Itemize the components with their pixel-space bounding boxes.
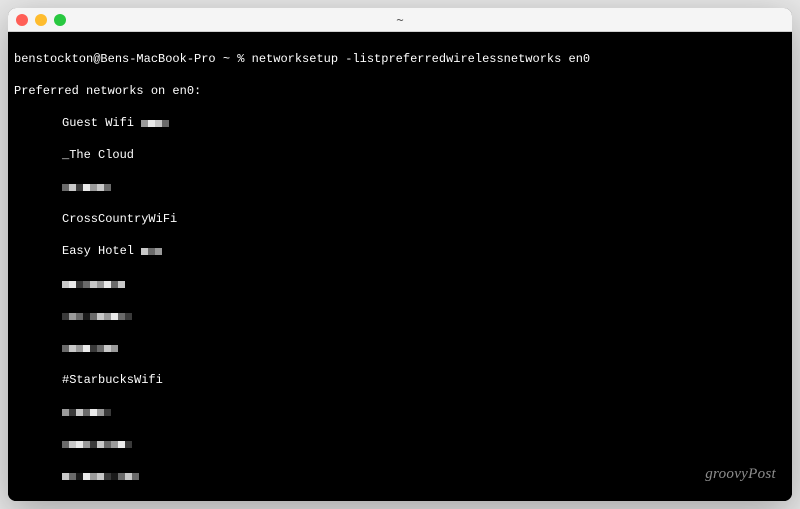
maximize-icon[interactable]: [54, 14, 66, 26]
network-item: Easy Hotel: [14, 243, 786, 259]
output-header: Preferred networks on en0:: [14, 83, 786, 99]
redacted-icon: [62, 180, 111, 196]
command-text: networksetup -listpreferredwirelessnetwo…: [252, 52, 590, 66]
watermark: groovyPost: [705, 466, 776, 483]
terminal-window: ~ benstockton@Bens-MacBook-Pro ~ % netwo…: [8, 8, 792, 501]
minimize-icon[interactable]: [35, 14, 47, 26]
network-item: _The Cloud: [14, 147, 786, 163]
close-icon[interactable]: [16, 14, 28, 26]
network-item: [14, 340, 786, 356]
network-item: Guest Wifi: [14, 115, 786, 131]
redacted-icon: [62, 341, 118, 357]
network-item: [14, 404, 786, 420]
network-name: Guest Wifi: [62, 116, 141, 130]
prompt-line: benstockton@Bens-MacBook-Pro ~ % network…: [14, 51, 786, 67]
redacted-icon: [62, 405, 111, 421]
network-item: [14, 436, 786, 452]
network-item: [14, 179, 786, 195]
redacted-icon: [62, 437, 132, 453]
network-item: CrossCountryWiFi: [14, 211, 786, 227]
terminal-viewport[interactable]: benstockton@Bens-MacBook-Pro ~ % network…: [8, 32, 792, 501]
prompt: benstockton@Bens-MacBook-Pro ~ %: [14, 52, 252, 66]
redacted-icon: [141, 244, 162, 260]
network-item: #StarbucksWifi: [14, 372, 786, 388]
network-item: [14, 276, 786, 292]
network-item: [14, 308, 786, 324]
titlebar: ~: [8, 8, 792, 32]
window-controls: [16, 14, 66, 26]
redacted-icon: [62, 309, 132, 325]
redacted-icon: [141, 116, 169, 132]
window-title: ~: [396, 13, 403, 27]
network-item: [14, 468, 786, 484]
network-name: Easy Hotel: [62, 245, 141, 259]
redacted-icon: [62, 469, 139, 485]
redacted-icon: [62, 277, 125, 293]
